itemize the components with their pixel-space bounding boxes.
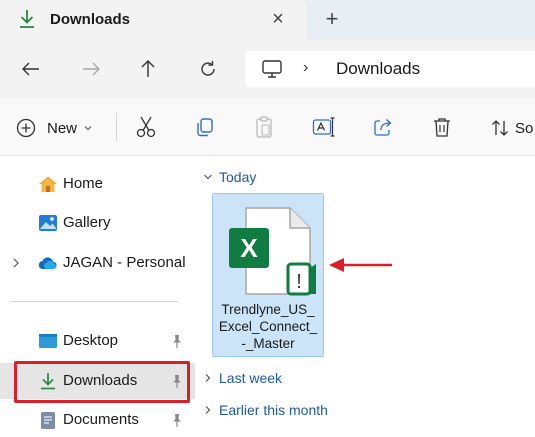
group-header-last-week[interactable]: Last week — [203, 370, 282, 386]
breadcrumb-downloads[interactable]: Downloads — [336, 59, 420, 79]
copy-icon — [197, 118, 213, 137]
excel-file-warning-icon: X ! — [229, 207, 316, 296]
sidebar-item-label: JAGAN - Personal — [63, 254, 186, 271]
forward-button[interactable] — [76, 54, 106, 84]
share-button[interactable] — [371, 115, 395, 139]
home-icon — [39, 176, 57, 192]
sort-button-label: So — [515, 119, 534, 137]
sidebar-item-home[interactable]: Home — [0, 166, 195, 202]
onedrive-cloud-icon — [38, 257, 57, 270]
sidebar-item-onedrive[interactable]: JAGAN - Personal — [0, 245, 195, 281]
file-name-line: Excel_Connect_ — [218, 319, 318, 334]
tab-downloads[interactable]: Downloads × — [0, 0, 307, 40]
tab-bar: Downloads × + — [0, 0, 535, 40]
paste-button[interactable] — [252, 115, 276, 139]
file-name-line: Trendlyne_US_ — [221, 302, 315, 317]
new-tab-button[interactable]: + — [320, 7, 344, 31]
gallery-icon — [39, 215, 57, 231]
sidebar-item-label: Documents — [63, 411, 139, 428]
up-button[interactable] — [133, 54, 163, 84]
new-button[interactable]: New — [16, 116, 93, 140]
download-icon — [20, 10, 34, 28]
sidebar-divider — [10, 301, 178, 302]
chevron-right-icon[interactable] — [10, 256, 22, 270]
desktop-icon — [39, 334, 57, 348]
pin-icon[interactable] — [170, 333, 184, 349]
trash-icon — [434, 118, 450, 137]
download-icon — [41, 373, 55, 390]
refresh-button[interactable] — [193, 54, 223, 84]
sort-icon — [492, 120, 508, 136]
chevron-right-icon — [205, 374, 211, 382]
file-name: Trendlyne_US_ Excel_Connect_ -_Master — [215, 301, 321, 352]
pin-icon[interactable] — [170, 412, 184, 428]
breadcrumb-separator[interactable]: › — [303, 59, 308, 77]
sidebar-item-desktop[interactable]: Desktop — [0, 323, 195, 359]
tab-title: Downloads — [50, 11, 131, 28]
group-header-label: Earlier this month — [219, 402, 328, 418]
command-bar: New So — [0, 98, 535, 156]
pin-icon[interactable] — [170, 373, 184, 389]
sidebar-item-downloads[interactable]: Downloads — [0, 363, 195, 399]
documents-icon — [41, 412, 55, 429]
sidebar-item-label: Home — [63, 175, 104, 192]
copy-button[interactable] — [193, 115, 217, 139]
sidebar-item-label: Desktop — [63, 332, 119, 349]
delete-button[interactable] — [430, 115, 454, 139]
file-icon-letter: X — [240, 233, 258, 263]
address-bar[interactable]: › Downloads — [245, 51, 535, 87]
chevron-down-icon — [84, 126, 92, 131]
rename-icon — [312, 117, 335, 137]
sort-button[interactable]: So — [491, 116, 533, 140]
sidebar-item-label: Downloads — [63, 372, 138, 389]
group-header-label: Last week — [219, 370, 283, 386]
share-icon — [374, 119, 392, 136]
arrow-up-icon — [141, 60, 155, 77]
plus-circle-icon — [16, 118, 36, 138]
group-header-today[interactable]: Today — [203, 169, 256, 185]
navigation-bar: › Downloads — [0, 40, 535, 98]
warning-badge: ! — [296, 271, 302, 293]
computer-icon — [262, 60, 282, 78]
rename-button[interactable] — [312, 115, 336, 139]
command-divider — [116, 113, 117, 141]
close-tab-button[interactable]: × — [268, 8, 288, 30]
file-list: Today X ! Trendlyne_US_ Excel_Connect_ -… — [195, 156, 535, 437]
clipboard-icon — [256, 116, 272, 138]
navigation-pane: Home Gallery JAGAN - Personal Desktop Do… — [0, 156, 195, 437]
chevron-down-icon — [204, 174, 212, 180]
arrow-left-icon — [22, 62, 39, 76]
scissors-icon — [136, 116, 156, 138]
refresh-icon — [201, 61, 215, 76]
chevron-right-icon — [205, 406, 211, 414]
back-button[interactable] — [16, 54, 46, 84]
file-name-line: -_Master — [241, 336, 295, 351]
file-item[interactable]: X ! Trendlyne_US_ Excel_Connect_ -_Maste… — [212, 193, 324, 357]
group-header-label: Today — [219, 169, 257, 185]
sidebar-item-gallery[interactable]: Gallery — [0, 205, 195, 241]
red-arrow-icon — [329, 258, 392, 272]
group-header-earlier-this-month[interactable]: Earlier this month — [203, 402, 328, 418]
cut-button[interactable] — [134, 115, 158, 139]
new-button-label: New — [47, 119, 78, 137]
arrow-right-icon — [83, 62, 100, 76]
sidebar-item-label: Gallery — [63, 214, 111, 231]
sidebar-item-documents[interactable]: Documents — [0, 402, 195, 437]
